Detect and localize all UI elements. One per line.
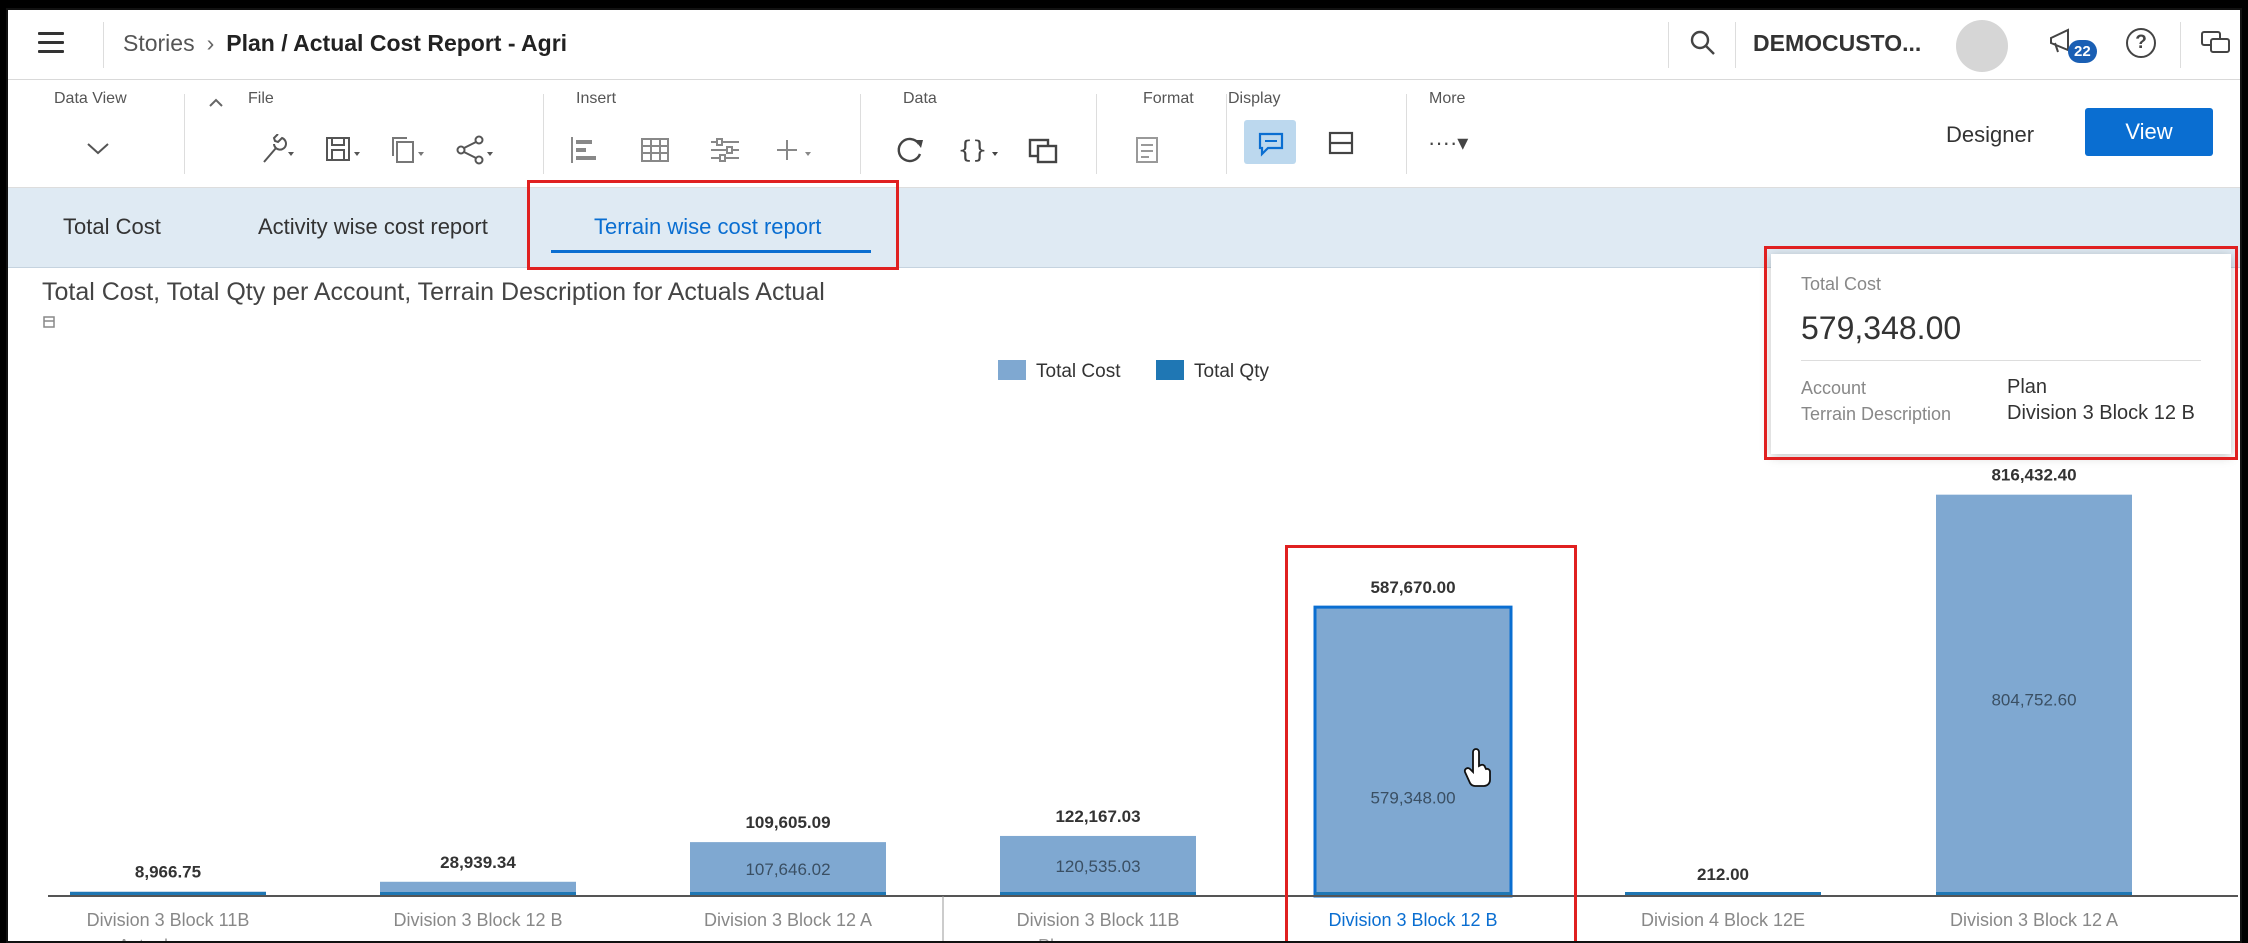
breadcrumb: Stories › Plan / Actual Cost Report - Agri	[123, 30, 567, 57]
add-icon[interactable]	[773, 134, 817, 166]
refresh-icon[interactable]	[893, 134, 927, 166]
highlight-box-tab	[527, 180, 899, 270]
chat-icon[interactable]	[2200, 28, 2232, 58]
more-label: More	[1429, 90, 1466, 107]
chevron-down-icon[interactable]	[86, 142, 110, 156]
breadcrumb-stories[interactable]: Stories	[123, 30, 195, 56]
divider	[1096, 94, 1097, 174]
group-label-actual: Actual	[118, 936, 168, 943]
format-label: Format	[1143, 90, 1194, 107]
highlight-box-tooltip	[1764, 246, 2238, 460]
linked-analysis-icon[interactable]	[1026, 134, 1060, 166]
data-label-total: 212.00	[1697, 865, 1749, 884]
copy-icon[interactable]	[388, 134, 428, 166]
data-label-total: 28,939.34	[440, 853, 516, 872]
x-tick-label[interactable]: Division 3 Block 12 A	[704, 910, 872, 930]
tab-total-cost[interactable]: Total Cost	[63, 214, 161, 240]
formula-icon[interactable]: {}	[956, 134, 1008, 166]
menu-icon[interactable]	[38, 32, 64, 54]
display-label: Display	[1228, 90, 1281, 107]
data-label-cost: 120,535.03	[1055, 857, 1140, 876]
format-icon[interactable]	[1132, 134, 1162, 166]
toolbar: Data View File Insert Data {} Format Dis…	[8, 80, 2240, 188]
data-label: Data	[903, 90, 937, 107]
hand-cursor-icon	[1463, 748, 1491, 787]
notifications-button[interactable]: 22	[2048, 26, 2098, 66]
divider	[2180, 22, 2181, 68]
divider	[1226, 94, 1227, 174]
data-view-group: Data View	[54, 90, 127, 108]
avatar[interactable]	[1956, 20, 2008, 72]
x-tick-label[interactable]: Division 3 Block 12 A	[1950, 910, 2118, 930]
more-menu-icon[interactable]: ····▾	[1428, 130, 1468, 156]
comment-icon	[1258, 132, 1284, 157]
tab-activity-wise-cost-report[interactable]: Activity wise cost report	[258, 214, 488, 240]
app-window: Stories › Plan / Actual Cost Report - Agri…	[6, 8, 2242, 943]
divider	[860, 94, 861, 174]
save-icon[interactable]	[323, 134, 363, 166]
divider	[103, 22, 104, 68]
filter-controls-icon[interactable]	[708, 134, 742, 166]
data-label-total: 8,966.75	[135, 863, 201, 882]
highlight-box-bar	[1285, 545, 1577, 941]
share-icon[interactable]	[453, 134, 497, 166]
divider	[1735, 22, 1736, 68]
chevron-right-icon: ›	[206, 30, 215, 56]
insert-label: Insert	[576, 90, 617, 107]
data-view-label: Data View	[54, 90, 127, 107]
divider	[1668, 22, 1669, 68]
divider	[1406, 94, 1407, 174]
x-tick-label[interactable]: Division 4 Block 12E	[1641, 910, 1805, 930]
x-tick-label[interactable]: Division 3 Block 11B	[87, 910, 250, 930]
notification-badge: 22	[2068, 40, 2097, 63]
shell-bar: Stories › Plan / Actual Cost Report - Agri…	[8, 10, 2240, 80]
group-label-plan: Plan	[1038, 936, 1074, 943]
divider	[543, 94, 544, 174]
x-tick-label[interactable]: Division 3 Block 12 B	[393, 910, 562, 930]
x-tick-label[interactable]: Division 3 Block 11B	[1017, 910, 1180, 930]
data-label-total: 816,432.40	[1991, 466, 2076, 485]
designer-button[interactable]: Designer	[1946, 122, 2034, 148]
file-label: File	[248, 90, 274, 107]
layout-icon[interactable]	[1326, 128, 1356, 158]
tenant-name[interactable]: DEMOCUSTO...	[1753, 30, 1921, 57]
svg-text:{}: {}	[958, 136, 987, 164]
data-label-cost: 107,646.02	[745, 860, 830, 879]
search-icon[interactable]	[1688, 28, 1718, 58]
data-label-total: 109,605.09	[745, 813, 830, 832]
data-label-cost: 804,752.60	[1991, 690, 2076, 709]
divider	[184, 94, 185, 174]
help-icon[interactable]: ?	[2126, 28, 2156, 58]
collapse-icon[interactable]	[208, 98, 224, 108]
tools-icon[interactable]	[258, 134, 298, 166]
data-label-total: 122,167.03	[1055, 807, 1140, 826]
table-icon[interactable]	[638, 134, 672, 166]
chart-insert-icon[interactable]	[568, 134, 602, 166]
story-title: Plan / Actual Cost Report - Agri	[226, 30, 568, 56]
view-button[interactable]: View	[2085, 108, 2213, 156]
